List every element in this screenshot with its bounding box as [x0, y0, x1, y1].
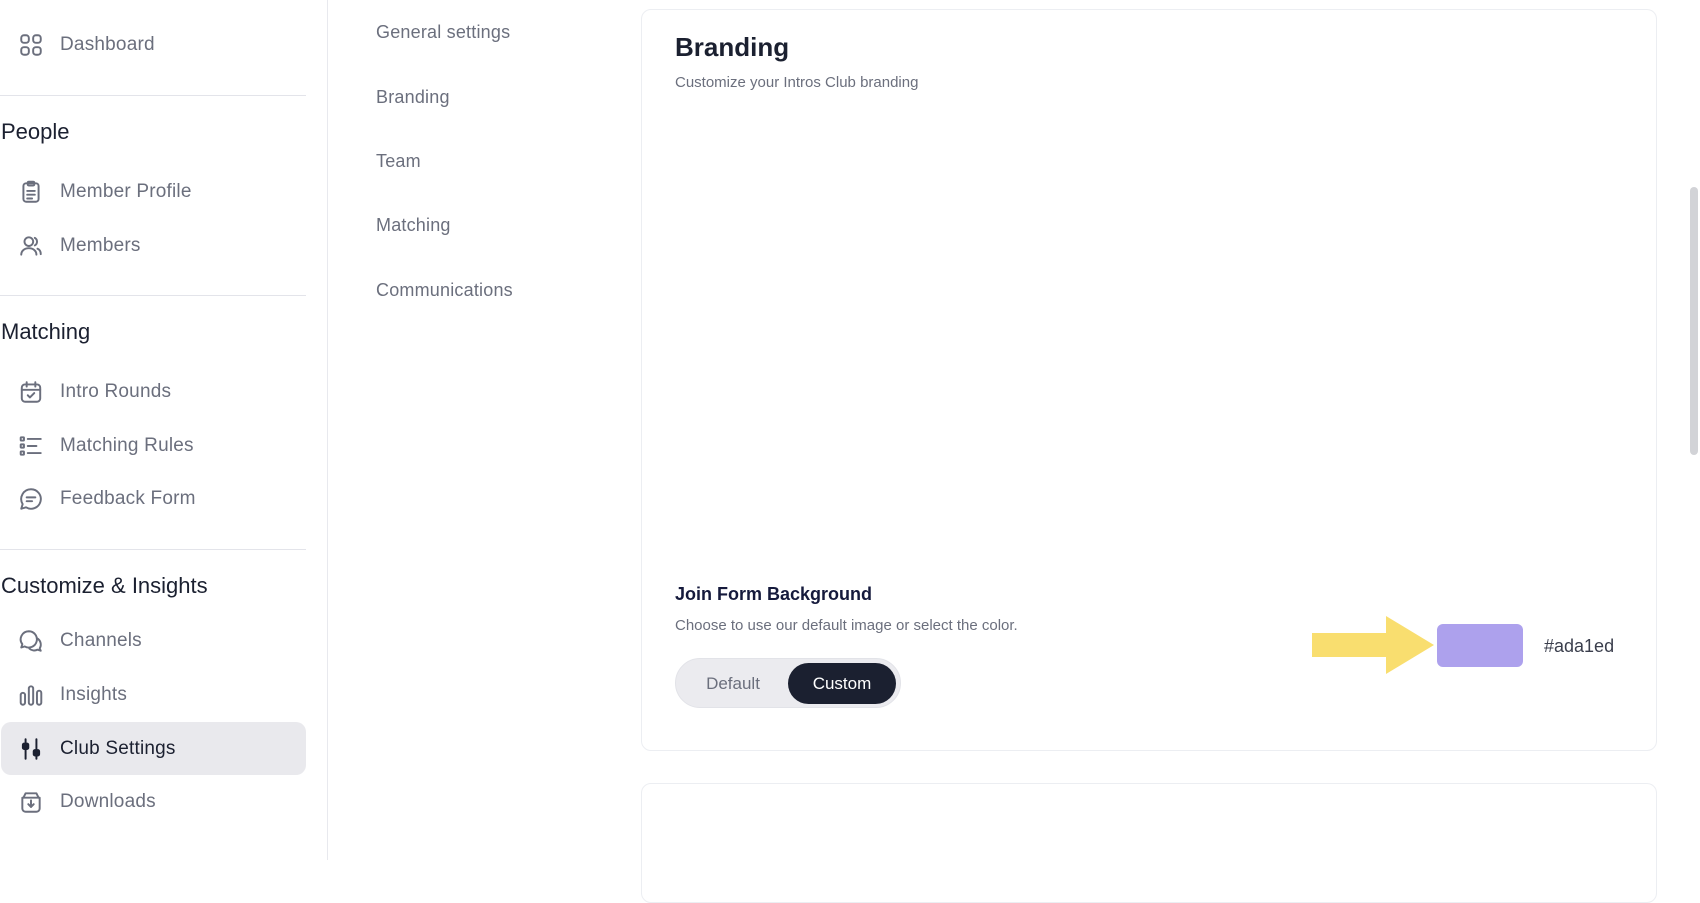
join-form-background-description: Choose to use our default image or selec… [675, 617, 1018, 634]
subnav-item-branding[interactable]: Branding [376, 87, 450, 108]
grid-icon [18, 32, 44, 58]
color-hex-value: #ada1ed [1544, 636, 1615, 656]
sidebar-item-insights[interactable]: Insights [1, 668, 306, 721]
sliders-icon [18, 736, 44, 762]
sidebar: Dashboard People Member Profile Members … [0, 0, 328, 860]
section-title-customize-insights: Customize & Insights [1, 573, 208, 598]
page-title: Branding [675, 32, 790, 62]
download-box-icon [18, 789, 44, 815]
next-settings-card [641, 783, 1657, 903]
sidebar-item-club-settings[interactable]: Club Settings [1, 722, 306, 775]
clipboard-icon [18, 179, 44, 205]
sidebar-item-members[interactable]: Members [1, 219, 306, 272]
branding-card: Branding Customize your Intros Club bran… [641, 9, 1657, 751]
sidebar-item-label: Members [60, 234, 141, 256]
users-icon [18, 233, 44, 259]
divider [0, 95, 306, 96]
chat-bubbles-icon [18, 628, 44, 654]
subnav-item-matching[interactable]: Matching [376, 215, 451, 236]
subnav-item-communications[interactable]: Communications [376, 280, 513, 301]
sidebar-item-feedback-form[interactable]: Feedback Form [1, 472, 306, 525]
divider [0, 295, 306, 296]
sidebar-item-intro-rounds[interactable]: Intro Rounds [1, 365, 306, 418]
sidebar-item-label: Club Settings [60, 737, 176, 759]
join-form-background-title: Join Form Background [675, 584, 873, 604]
sidebar-item-label: Channels [60, 629, 142, 651]
section-title-matching: Matching [1, 319, 91, 344]
sidebar-item-label: Intro Rounds [60, 380, 172, 402]
subnav-item-team[interactable]: Team [376, 151, 421, 172]
sidebar-item-label: Member Profile [60, 180, 192, 202]
custom-option-button[interactable]: Custom [788, 663, 896, 704]
page-subtitle: Customize your Intros Club branding [675, 74, 919, 91]
sidebar-item-matching-rules[interactable]: Matching Rules [1, 419, 306, 472]
background-mode-toggle: Default Custom [675, 658, 901, 708]
calendar-check-icon [18, 379, 44, 405]
scrollbar-thumb[interactable] [1690, 187, 1698, 455]
pointer-arrow-icon [1312, 616, 1434, 674]
default-option-button[interactable]: Default [680, 663, 786, 704]
sidebar-item-label: Insights [60, 683, 128, 705]
divider [0, 549, 306, 550]
bar-chart-icon [18, 682, 44, 708]
sidebar-item-member-profile[interactable]: Member Profile [1, 165, 306, 218]
sidebar-item-label: Dashboard [60, 33, 155, 55]
sidebar-item-downloads[interactable]: Downloads [1, 775, 306, 828]
subnav-item-general-settings[interactable]: General settings [376, 22, 510, 43]
sidebar-item-label: Downloads [60, 790, 156, 812]
color-swatch[interactable] [1437, 624, 1523, 667]
sidebar-item-label: Feedback Form [60, 487, 196, 509]
sidebar-item-dashboard[interactable]: Dashboard [1, 18, 306, 71]
settings-subnav: General settings Branding Team Matching … [329, 0, 641, 860]
sidebar-item-label: Matching Rules [60, 434, 194, 456]
list-icon [18, 433, 44, 459]
message-icon [18, 486, 44, 512]
sidebar-item-channels[interactable]: Channels [1, 614, 306, 667]
section-title-people: People [1, 119, 70, 144]
